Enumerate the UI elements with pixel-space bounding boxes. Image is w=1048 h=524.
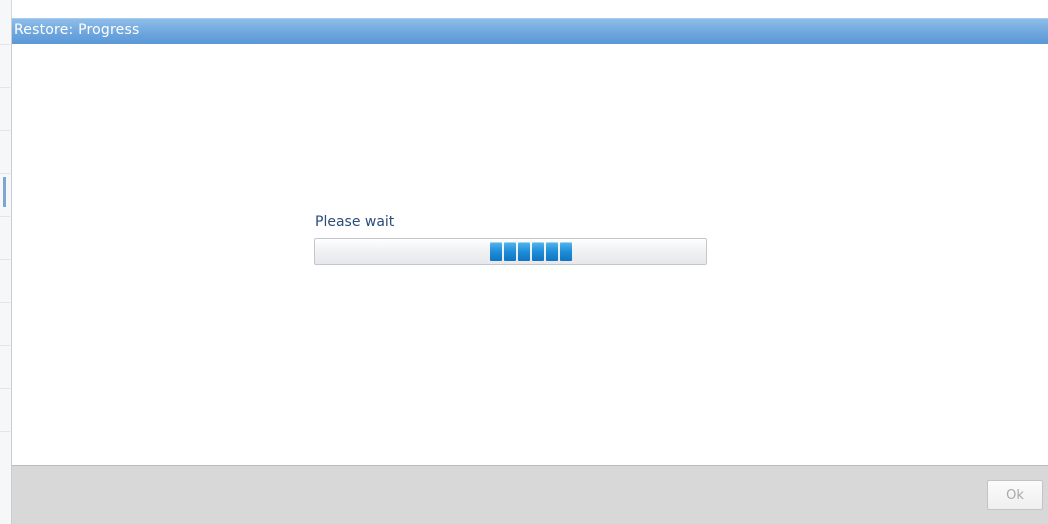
background-divider [0,216,10,217]
progress-block [532,242,544,261]
progress-block [504,242,516,261]
background-divider [0,87,10,88]
progress-bar [314,238,707,265]
background-divider [0,44,10,45]
background-divider [0,345,10,346]
ok-button[interactable]: Ok [987,480,1043,510]
progress-block [546,242,558,261]
dialog-title-bar[interactable]: Restore: Progress [12,18,1048,44]
background-divider [0,173,10,174]
background-divider [0,431,10,432]
restore-progress-dialog: Restore: Progress Please wait Ok [11,18,1048,524]
background-divider [0,130,10,131]
status-label: Please wait [315,214,395,230]
progress-block [560,242,572,261]
progress-block [518,242,530,261]
screen: Restore: Progress Please wait Ok [0,0,1048,524]
dialog-title: Restore: Progress [14,22,140,38]
progress-indicator [490,242,572,261]
background-selection-marker [3,177,6,207]
dialog-footer: Ok [12,465,1048,524]
background-divider [0,259,10,260]
background-divider [0,388,10,389]
progress-block [490,242,502,261]
background-divider [0,302,10,303]
